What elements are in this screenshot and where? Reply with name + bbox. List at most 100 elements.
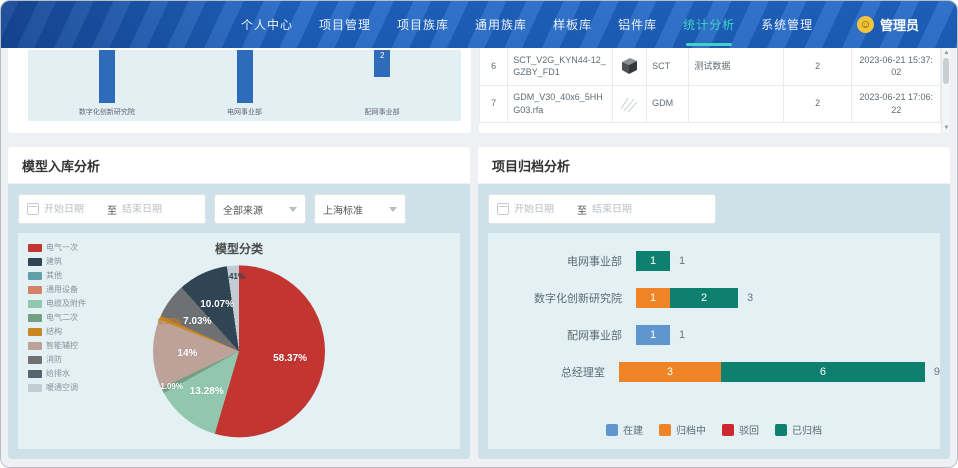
date-to-label: 至 <box>107 202 117 217</box>
date-range-picker[interactable]: 至 <box>18 194 206 224</box>
legend-item[interactable]: 电缆及附件 <box>28 298 86 309</box>
page-content: 数字化创新研究院电网事业部2配网事业部 6SCT_V2G_KYN44-12_GZ… <box>1 48 957 468</box>
nav-item[interactable]: 通用族库 <box>475 1 527 48</box>
pie-slice-label: 58.37% <box>273 353 307 364</box>
cell-count: 2 <box>783 48 851 85</box>
archive-bar-row: 电网事业部11 <box>488 251 940 271</box>
stacked-bar-chart-area: 电网事业部11数字化创新研究院123配网事业部11总经理室369 在建归档中驳回… <box>488 233 940 449</box>
bar[interactable] <box>237 50 253 103</box>
legend-color-chip <box>28 356 42 364</box>
pie-slice-label: 7.03% <box>183 315 211 326</box>
bar-segment-归档中[interactable]: 1 <box>636 288 670 308</box>
calendar-icon <box>27 203 39 215</box>
legend-label: 驳回 <box>739 422 759 437</box>
nav-item[interactable]: 项目族库 <box>397 1 449 48</box>
legend-item[interactable]: 给排水 <box>28 368 86 379</box>
scrollbar-thumb[interactable] <box>943 58 949 84</box>
chevron-down-icon <box>289 207 297 212</box>
model-table: 6SCT_V2G_KYN44-12_GZBY_FD1 SCT测试数据22023-0… <box>479 48 941 123</box>
legend-item[interactable]: 驳回 <box>722 422 759 437</box>
legend-item[interactable]: 电气二次 <box>28 312 86 323</box>
bar-column: 数字化创新研究院 <box>47 50 167 121</box>
bar-column: 电网事业部 <box>185 50 305 121</box>
legend-label: 智能辅控 <box>46 340 78 351</box>
start-date-input[interactable] <box>44 204 102 215</box>
department-bar-panel: 数字化创新研究院电网事业部2配网事业部 <box>8 48 471 133</box>
start-date-input[interactable] <box>514 204 572 215</box>
legend-item[interactable]: 结构 <box>28 326 86 337</box>
end-date-input[interactable] <box>122 204 180 215</box>
cell-description: 测试数据 <box>689 48 784 85</box>
bar[interactable]: 2 <box>374 50 390 77</box>
pie-slice-label: 1.09% <box>160 381 183 390</box>
legend-item[interactable]: 暖通空调 <box>28 382 86 393</box>
cell-icon <box>612 85 646 122</box>
top-nav-bar: 个人中心项目管理项目族库通用族库样板库铝件库统计分析系统管理 ☺ 管理员 <box>1 1 957 48</box>
scroll-up-icon[interactable]: ▲ <box>943 49 950 57</box>
bar-total-label: 1 <box>679 329 685 341</box>
bar-segment-归档中[interactable]: 3 <box>619 362 721 382</box>
bar-category-label: 电网事业部 <box>488 253 636 269</box>
legend-item[interactable]: 在建 <box>606 422 643 437</box>
legend-item[interactable]: 智能辅控 <box>28 340 86 351</box>
legend-item[interactable]: 归档中 <box>659 422 706 437</box>
legend-color-chip <box>28 258 42 266</box>
legend-item[interactable]: 消防 <box>28 354 86 365</box>
legend-item[interactable]: 通用设备 <box>28 284 86 295</box>
panel-title: 项目归档分析 <box>478 147 950 184</box>
bar-segment-已归档[interactable]: 2 <box>670 288 738 308</box>
legend-color-chip <box>606 424 618 436</box>
bar-category-label: 数字化创新研究院 <box>79 107 135 117</box>
legend-color-chip <box>28 314 42 322</box>
model-analysis-panel: 模型入库分析 至 全部来源 <box>8 147 470 459</box>
table-scrollbar[interactable]: ▲ ▼ <box>941 48 950 133</box>
cell-name: SCT_V2G_KYN44-12_GZBY_FD1 <box>508 48 613 85</box>
table-row[interactable]: 7GDM_V30_40x6_5HHG03.rfaGDM22023-06-21 1… <box>480 85 941 122</box>
legend-item[interactable]: 已归档 <box>775 422 822 437</box>
end-date-input[interactable] <box>592 204 650 215</box>
legend-label: 电气一次 <box>46 242 78 253</box>
bar-total-label: 3 <box>747 292 753 304</box>
legend-color-chip <box>28 342 42 350</box>
cell-index: 6 <box>480 48 508 85</box>
stacked-bar: 1 <box>636 325 670 345</box>
pie-slice-label: 14% <box>177 347 197 358</box>
cell-type: SCT <box>647 48 689 85</box>
scroll-down-icon[interactable]: ▼ <box>943 124 950 132</box>
archive-filter-bar: 至 <box>488 194 940 224</box>
bar-category-label: 配网事业部 <box>488 327 636 343</box>
standard-select[interactable]: 上海标准 <box>314 194 406 224</box>
bar[interactable] <box>99 50 115 103</box>
bar-segment-已归档[interactable]: 1 <box>636 251 670 271</box>
cell-time: 2023-06-21 17:06:22 <box>852 85 941 122</box>
panel-title: 模型入库分析 <box>8 147 470 184</box>
legend-label: 其他 <box>46 270 62 281</box>
date-range-picker[interactable]: 至 <box>488 194 716 224</box>
table-row[interactable]: 6SCT_V2G_KYN44-12_GZBY_FD1SCT测试数据22023-0… <box>480 48 941 85</box>
legend-label: 电缆及附件 <box>46 298 86 309</box>
bar-segment-已归档[interactable]: 6 <box>721 362 925 382</box>
legend-item[interactable]: 电气一次 <box>28 242 86 253</box>
legend-label: 归档中 <box>676 422 706 437</box>
source-select[interactable]: 全部来源 <box>214 194 306 224</box>
department-bar-chart: 数字化创新研究院电网事业部2配网事业部 <box>28 50 461 121</box>
model-table-panel: 6SCT_V2G_KYN44-12_GZBY_FD1 SCT测试数据22023-0… <box>479 48 950 133</box>
legend-item[interactable]: 建筑 <box>28 256 86 267</box>
stacked-bar: 1 <box>636 251 670 271</box>
bar-segment-在建[interactable]: 1 <box>636 325 670 345</box>
user-avatar-icon: ☺ <box>857 16 874 33</box>
nav-item[interactable]: 项目管理 <box>319 1 371 48</box>
cell-index: 7 <box>480 85 508 122</box>
nav-item[interactable]: 统计分析 <box>683 1 735 48</box>
nav-item[interactable]: 样板库 <box>553 1 592 48</box>
legend-color-chip <box>28 328 42 336</box>
user-badge[interactable]: ☺ 管理员 <box>857 1 919 48</box>
archive-analysis-panel: 项目归档分析 至 电网事业部11数字化创新研究院123配网事业部11总经理室36… <box>478 147 950 459</box>
nav-item[interactable]: 系统管理 <box>761 1 813 48</box>
legend-item[interactable]: 其他 <box>28 270 86 281</box>
pie-slice-label: 13.28% <box>190 386 224 397</box>
app-window: 个人中心项目管理项目族库通用族库样板库铝件库统计分析系统管理 ☺ 管理员 数字化… <box>0 0 958 468</box>
nav-item[interactable]: 铝件库 <box>618 1 657 48</box>
nav-item[interactable]: 个人中心 <box>241 1 293 48</box>
legend-color-chip <box>28 384 42 392</box>
